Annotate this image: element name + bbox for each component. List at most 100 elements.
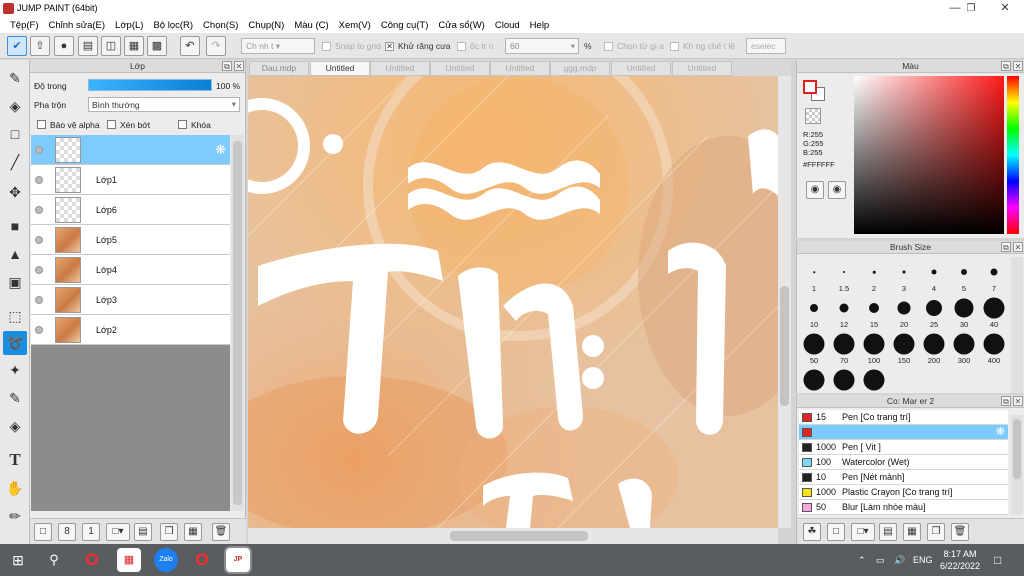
opacity-slider[interactable] [88,79,212,91]
panel-undock-icon[interactable]: ⧉ [1001,396,1011,406]
line-tool-icon[interactable]: ╱ [3,150,27,174]
select-from-checkbox[interactable] [604,42,613,51]
delete-layer-icon[interactable]: 🗑 [212,523,230,541]
tab-untitled[interactable]: Untitled [611,61,671,76]
close-button[interactable]: ✕ [988,0,1022,17]
new-layer-1bit-icon[interactable]: 1 [82,523,100,541]
visibility-icon[interactable] [35,206,43,214]
bucket-tool-icon[interactable]: ▲ [3,242,27,266]
preset-row[interactable]: 10 Pen [Nét mảnh] [799,470,1008,485]
hand-tool-icon[interactable]: ✋ [3,476,27,500]
brush-size-option[interactable]: 5 [949,259,979,293]
brush-size-option[interactable]: 25 [919,295,949,329]
brush-size-option[interactable]: 100 [859,331,889,365]
undo-icon[interactable]: ↶ [180,36,200,56]
tab-untitled[interactable]: Untitled [430,61,490,76]
lasso-tool-icon[interactable]: ➰ [3,331,27,355]
tolerance-input[interactable]: 60 ▾ [505,38,579,54]
palette-settings-icon[interactable]: ◉ [828,181,846,199]
blend-mode-select[interactable]: Bình thường ▾ [88,97,240,112]
panel-close-icon[interactable]: ✕ [1013,61,1023,71]
menu-edit[interactable]: Chỉnh sửa(E) [44,20,111,31]
brush-size-option[interactable]: 2 [859,259,889,293]
opera-icon[interactable]: O [80,548,104,572]
select-rect-tool-icon[interactable]: ⬚ [3,304,27,328]
check-icon[interactable]: ✔ [7,36,27,56]
lock-checkbox[interactable] [178,120,187,129]
opera-gx-icon[interactable]: O [190,548,214,572]
preset-row[interactable]: 50 Blur [Làm nhòe màu] [799,500,1008,515]
canvas-horizontal-scrollbar[interactable] [248,528,778,544]
new-layer-8bit-icon[interactable]: 8 [58,523,76,541]
layer-row[interactable]: Lớp5 [31,225,230,255]
brush-size-option[interactable]: 70 [829,331,859,365]
visibility-icon[interactable] [35,236,43,244]
brush-size-option[interactable]: 30 [949,295,979,329]
visibility-icon[interactable] [35,266,43,274]
clock[interactable]: 8:17 AM 6/22/2022 [940,548,980,572]
panel-close-icon[interactable]: ✕ [234,61,244,71]
notification-icon[interactable]: □ [994,544,1001,576]
brush-size-option[interactable]: 40 [979,295,1009,329]
merge-layer-icon[interactable]: ▦ [184,523,202,541]
delete-preset-icon[interactable]: 🗑 [951,523,969,541]
layer-row[interactable]: Lớp4 [31,255,230,285]
brush-size-option[interactable]: 12 [829,295,859,329]
preset-scrollbar[interactable] [1011,415,1023,515]
page-icon[interactable]: ◫ [101,36,121,56]
drawing-canvas[interactable] [248,76,778,528]
preset-row[interactable]: 100 Watercolor (Wet) [799,455,1008,470]
visibility-icon[interactable] [35,296,43,304]
menu-window[interactable]: Cửa sổ(W) [433,20,489,31]
brush-size-option[interactable]: 200 [919,331,949,365]
select-pen-tool-icon[interactable]: ✎ [3,386,27,410]
brush-panel-scrollbar[interactable] [1011,257,1023,393]
pen-tool-icon[interactable]: ✎ [3,66,27,90]
clip-checkbox[interactable] [107,120,116,129]
menu-layer[interactable]: Lớp(L) [110,20,148,31]
protect-alpha-checkbox[interactable] [37,120,46,129]
brush-size-option[interactable]: 150 [889,331,919,365]
tab-dau[interactable]: Dau.mdp [249,61,309,76]
snap-checkbox[interactable] [322,42,331,51]
menu-filter[interactable]: Bộ lọc(R) [148,20,198,31]
brush-size-option[interactable]: 4 [919,259,949,293]
zalo-icon[interactable]: Zalo [154,548,178,572]
search-icon[interactable]: ⚲ [42,548,66,572]
brush-settings-icon[interactable]: ☘ [803,523,821,541]
preset-folder-icon[interactable]: ▦ [903,523,921,541]
network-icon[interactable]: ▭ [876,544,885,576]
tab-untitled-active[interactable]: Untitled [310,61,370,76]
fill-rect-tool-icon[interactable]: ■ [3,214,27,238]
folder-icon[interactable]: ▤ [134,523,152,541]
menu-help[interactable]: Help [525,20,555,31]
brush-size-option[interactable]: 3 [889,259,919,293]
brush-size-option[interactable]: 20 [889,295,919,329]
visibility-icon[interactable] [35,146,43,154]
foreground-color-swatch[interactable] [803,80,817,94]
antialias-checkbox[interactable]: ✕ [385,42,394,51]
panel-undock-icon[interactable]: ⧉ [222,61,232,71]
panel-close-icon[interactable]: ✕ [1013,396,1023,406]
brush-size-option[interactable]: 400 [979,331,1009,365]
menu-tools[interactable]: Công cụ(T) [376,20,434,31]
duplicate-layer-icon[interactable]: ❐ [160,523,178,541]
export-icon[interactable]: ⇧ [30,36,50,56]
windows-start-icon[interactable]: ⊞ [6,548,30,572]
jump-paint-icon[interactable]: JP [224,546,252,574]
layer-row[interactable]: Lớp6 [31,195,230,225]
rectangle-tool-icon[interactable]: □ [3,122,27,146]
new-preset-menu-icon[interactable]: □▾ [851,523,875,541]
selection-mode-select[interactable]: Ch nh t ▾ [241,38,315,54]
preset-row[interactable]: 1000 Pen [ Vit ] [799,440,1008,455]
select-eraser-tool-icon[interactable]: ◈ [3,414,27,438]
transparent-swatch[interactable] [805,108,821,124]
layer-row[interactable]: ❋ [31,135,230,165]
brush-size-option[interactable]: 50 [799,331,829,365]
layer-row[interactable]: Lớp1 [31,165,230,195]
saturation-value-picker[interactable] [854,76,1004,234]
menu-select[interactable]: Chọn(S) [198,20,243,31]
preset-row[interactable]: ❋ [799,425,1008,440]
preset-page-icon[interactable]: ▤ [879,523,897,541]
layer-list-scrollbar[interactable] [231,135,244,511]
